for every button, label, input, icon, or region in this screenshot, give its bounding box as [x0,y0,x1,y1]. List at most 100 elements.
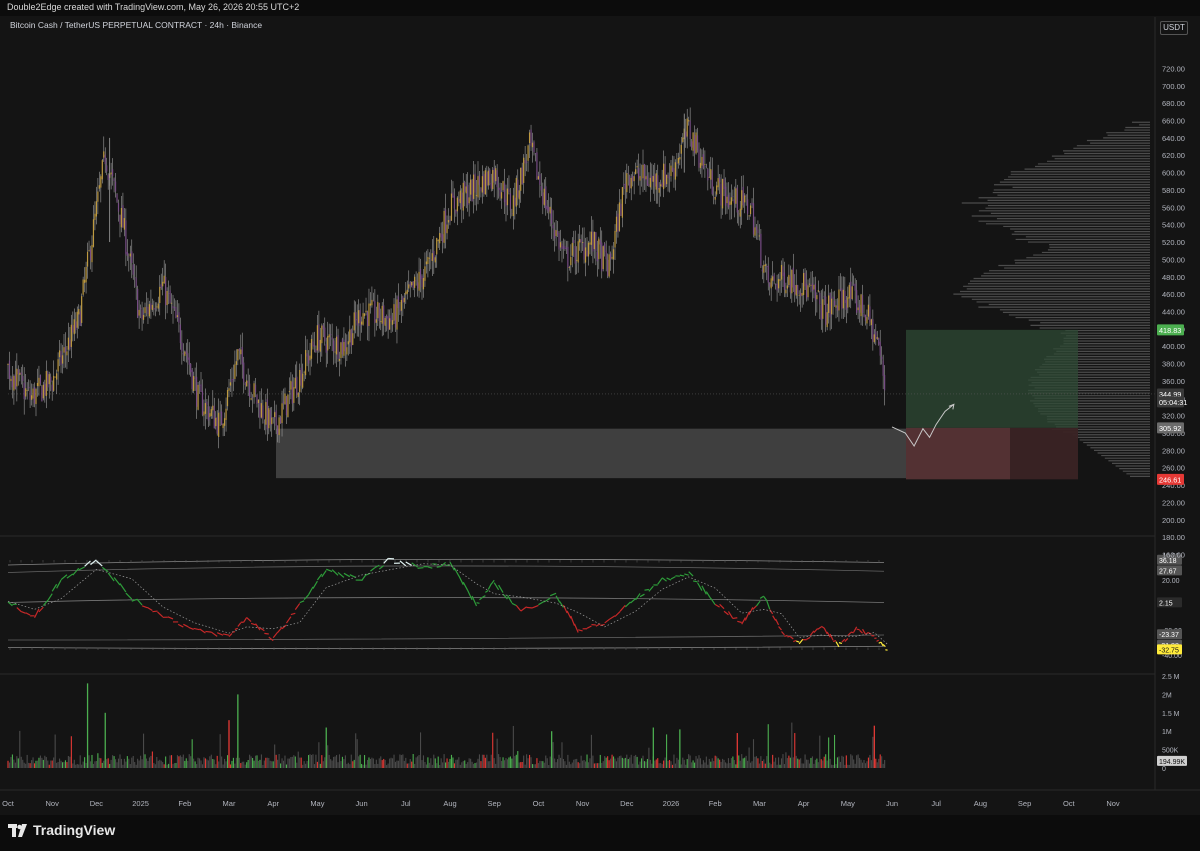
candle-body [595,232,597,252]
oscillator-segment [566,610,572,619]
candle-body [848,284,850,299]
oscillator-segment [859,629,863,634]
candle-body [729,201,731,205]
candle-body [651,175,653,182]
candle-body [287,394,289,418]
oscillator-segment [482,595,486,598]
time-tick-label: 2025 [132,799,149,808]
oscillator-segment [766,600,771,610]
candle-body [144,307,146,314]
candle-body [207,406,209,421]
candle-body [240,349,242,355]
candle-body [498,187,500,190]
candle-body [639,176,641,181]
chart-canvas[interactable]: 40.0020.00-20.00-40.0036.1827.672.15-23.… [0,0,1200,851]
candle-body [125,220,127,255]
candle-body [744,195,746,203]
candle-body [783,272,786,290]
price-tag-label: 418.83 [1159,326,1181,335]
oscillator-segment [696,582,703,591]
candle-body [561,243,563,250]
candle-body [271,417,273,425]
candle-body [408,284,410,289]
oscillator-segment [520,606,527,612]
candle-body [475,195,478,197]
price-tick-label: 540.00 [1162,221,1185,230]
candle-body [506,188,509,206]
candle-body [757,229,759,234]
oscillator-segment [838,642,843,645]
candle-body [343,341,345,356]
oscillator-segment [107,572,115,582]
candle-body [405,291,407,295]
oscillator-segment [21,610,26,614]
candle-body [165,277,167,306]
candle-body [190,363,192,373]
oscillator-segment [684,573,689,576]
candle-body [275,410,277,426]
candle-body [63,347,65,353]
candle-body [645,176,647,180]
oscillator-segment [670,576,676,580]
candle-body [281,403,283,424]
band-lower [7,645,885,649]
candle-body [279,417,282,424]
candle-body [225,408,227,420]
candle-body [775,284,777,285]
oscillator-segment [264,632,269,635]
oscillator-segment [246,617,252,623]
candle-body [607,259,609,276]
candle-body [520,167,522,191]
candle-body [278,417,280,436]
candle-body [866,317,868,324]
candle-body [439,233,441,244]
candle-body [738,213,740,215]
candle-body [365,310,367,313]
oscillator-segment [177,623,184,628]
candle-body [399,309,401,312]
candle-body [378,303,380,321]
candle-body [13,376,15,391]
candle-body [344,339,346,352]
candle-body [679,157,681,160]
candle-body [94,213,96,220]
price-tick-label: 380.00 [1162,360,1185,369]
candle-body [748,215,750,217]
candle-body [341,339,344,355]
candle-body [353,312,355,331]
candle-body [151,304,153,310]
oscillator-segment [146,606,153,612]
candle-body [223,418,226,426]
candle-body [414,276,416,288]
oscillator-segment [90,559,97,566]
oscillator-segment [809,630,815,636]
candle-body [640,177,643,179]
candle-body [551,208,553,224]
candle-body [872,319,874,342]
candle-body [254,384,257,393]
oscillator-segment [515,605,522,612]
candle-body [232,379,235,380]
candle-body [104,154,106,165]
price-tick-label: 480.00 [1162,273,1185,282]
oscillator-segment [436,565,442,568]
candle-body [540,186,542,191]
price-tick-label: 320.00 [1162,412,1185,421]
candle-body [580,239,582,243]
candle-body [524,160,526,164]
candle-body [185,350,187,354]
oscillator-segment [793,639,797,643]
candle-body [688,120,690,122]
candle-body [97,191,99,202]
price-tick-label: 180.00 [1162,533,1185,542]
oscillator-segment [559,601,564,608]
candle-body [623,184,625,185]
oscillator-segment [570,615,576,626]
brand-name: TradingView [33,822,116,838]
candle-body [371,299,373,306]
candle-body [331,337,333,340]
candle-body [322,324,324,330]
candle-body [530,129,532,146]
candle-body [25,388,27,397]
candle-body [285,396,288,415]
